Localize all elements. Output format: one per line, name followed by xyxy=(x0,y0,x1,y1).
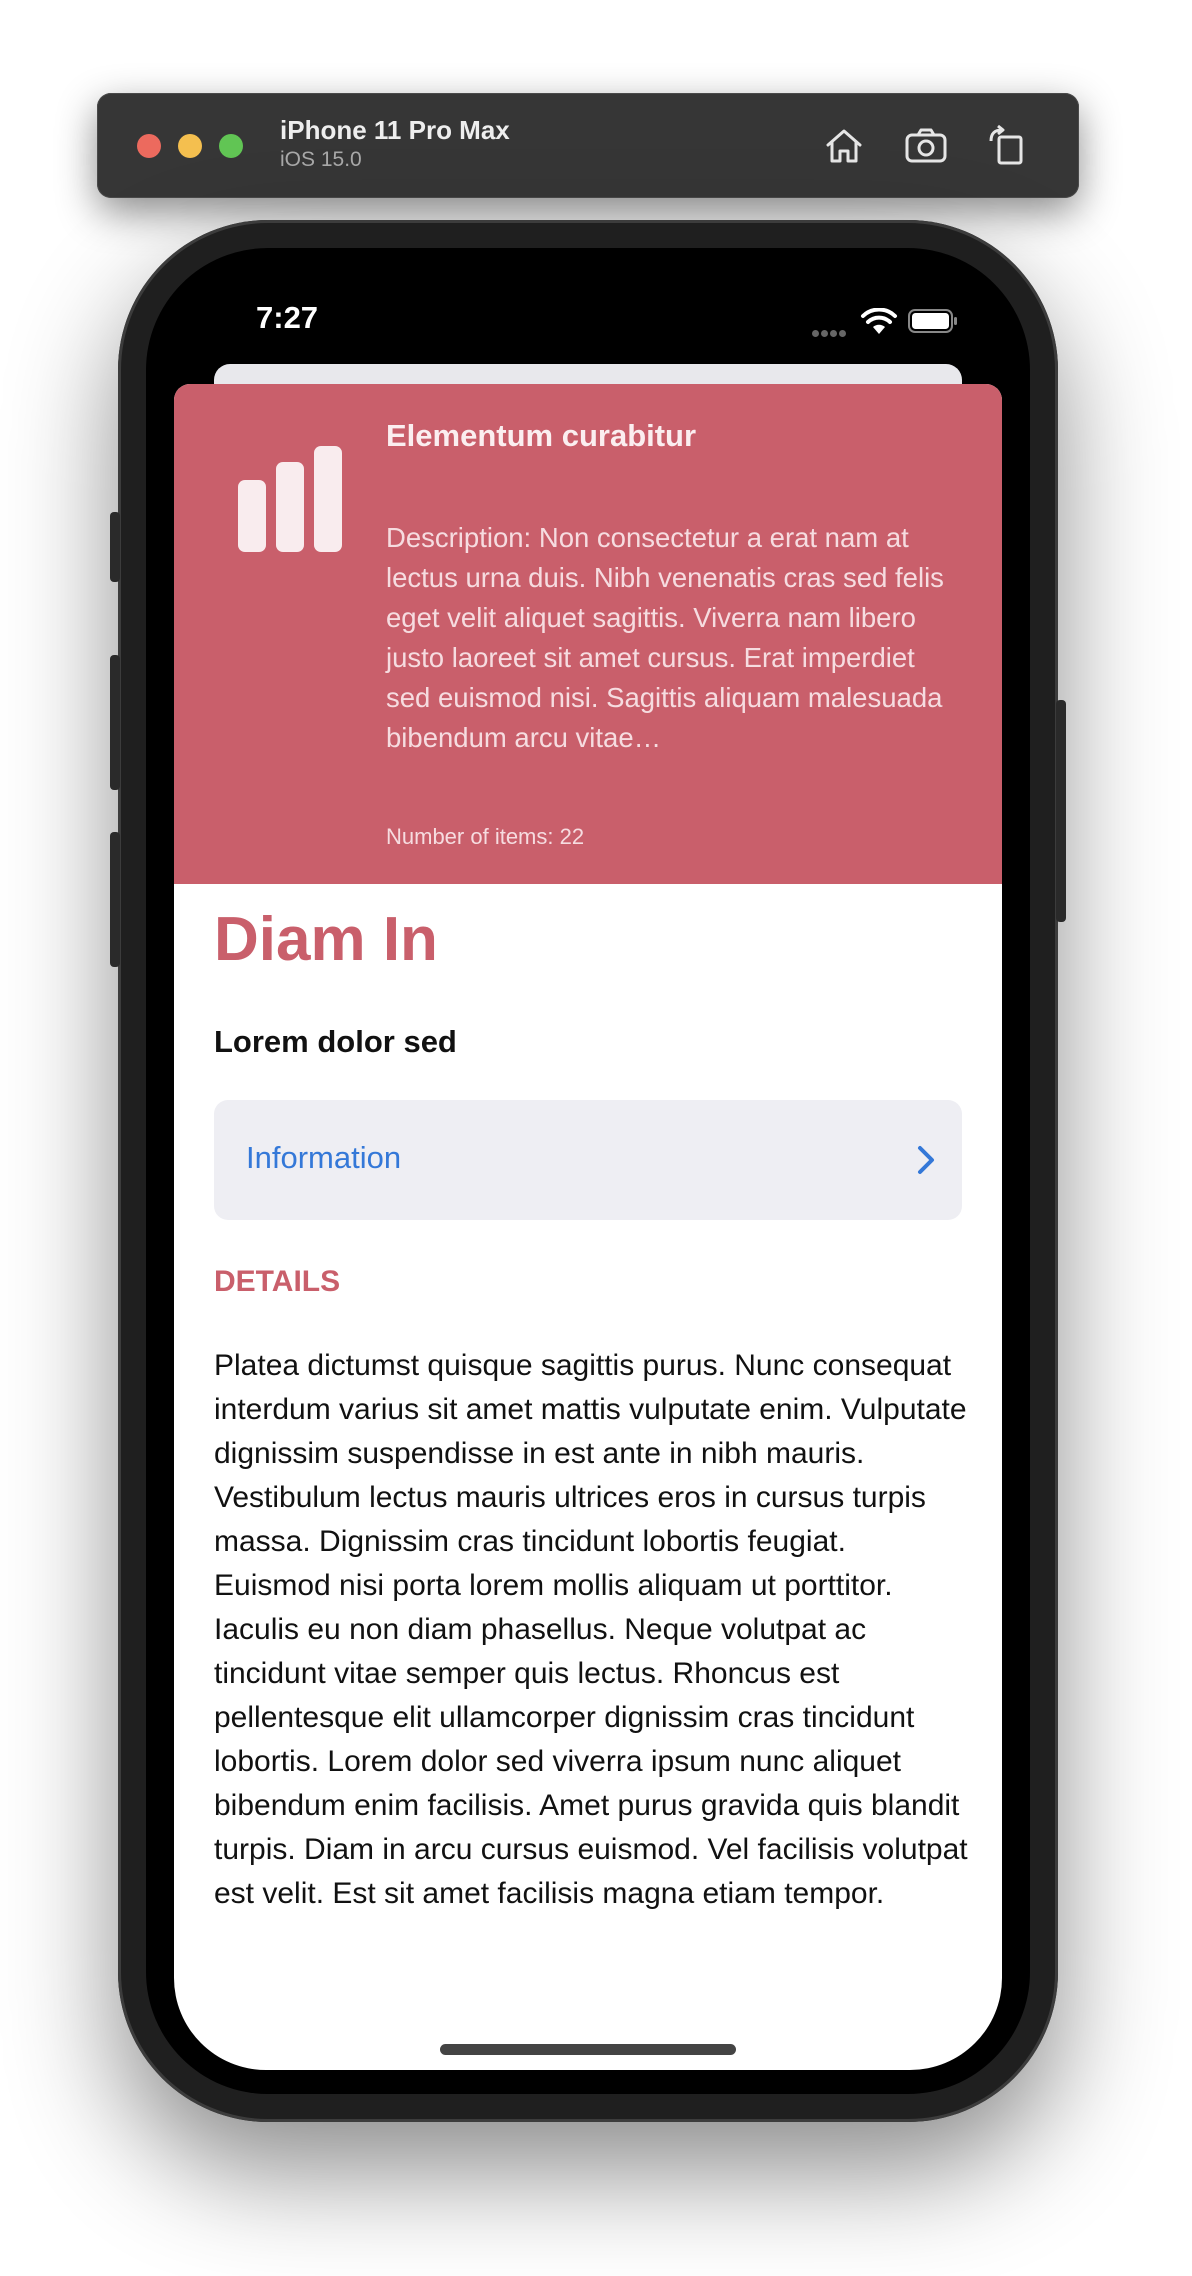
hero-description: Description: Non consectetur a erat nam … xyxy=(386,522,944,753)
home-indicator[interactable] xyxy=(440,2044,736,2055)
screenshot-icon[interactable] xyxy=(903,123,949,169)
device-screen: 7:27 Elementum curabitur Description: No… xyxy=(174,278,1002,2070)
simulator-os-version: iOS 15.0 xyxy=(280,148,362,171)
minimize-window-button[interactable] xyxy=(178,134,202,158)
volume-up-button xyxy=(110,655,120,790)
home-icon[interactable] xyxy=(821,123,867,169)
body-text: Platea dictumst quisque sagittis purus. … xyxy=(214,1349,968,1910)
volume-down-button xyxy=(110,832,120,967)
close-window-button[interactable] xyxy=(137,134,161,158)
detail-sheet: Elementum curabitur Description: Non con… xyxy=(174,384,1002,2070)
cellular-signal-icon xyxy=(812,324,848,342)
bar-chart-icon xyxy=(238,446,342,552)
chevron-right-icon xyxy=(918,1146,934,1174)
information-row[interactable]: Information xyxy=(214,1100,962,1220)
page-subtitle: Lorem dolor sed xyxy=(214,1024,457,1059)
rotate-icon[interactable] xyxy=(983,123,1029,169)
zoom-window-button[interactable] xyxy=(219,134,243,158)
item-count: Number of items: 22 xyxy=(386,824,585,849)
hero-banner: Elementum curabitur Description: Non con… xyxy=(174,384,1002,884)
simulator-title-bar: iPhone 11 Pro Max iOS 15.0 xyxy=(97,93,1079,198)
power-button xyxy=(1056,700,1066,922)
mute-switch xyxy=(110,512,120,582)
simulator-device-name: iPhone 11 Pro Max xyxy=(280,115,510,145)
status-time: 7:27 xyxy=(256,300,319,335)
page-title: Diam In xyxy=(214,905,438,974)
wifi-icon xyxy=(861,308,897,334)
information-label: Information xyxy=(246,1140,402,1175)
hero-title: Elementum curabitur xyxy=(386,418,697,453)
section-header: DETAILS xyxy=(214,1265,341,1298)
battery-icon xyxy=(908,309,957,333)
